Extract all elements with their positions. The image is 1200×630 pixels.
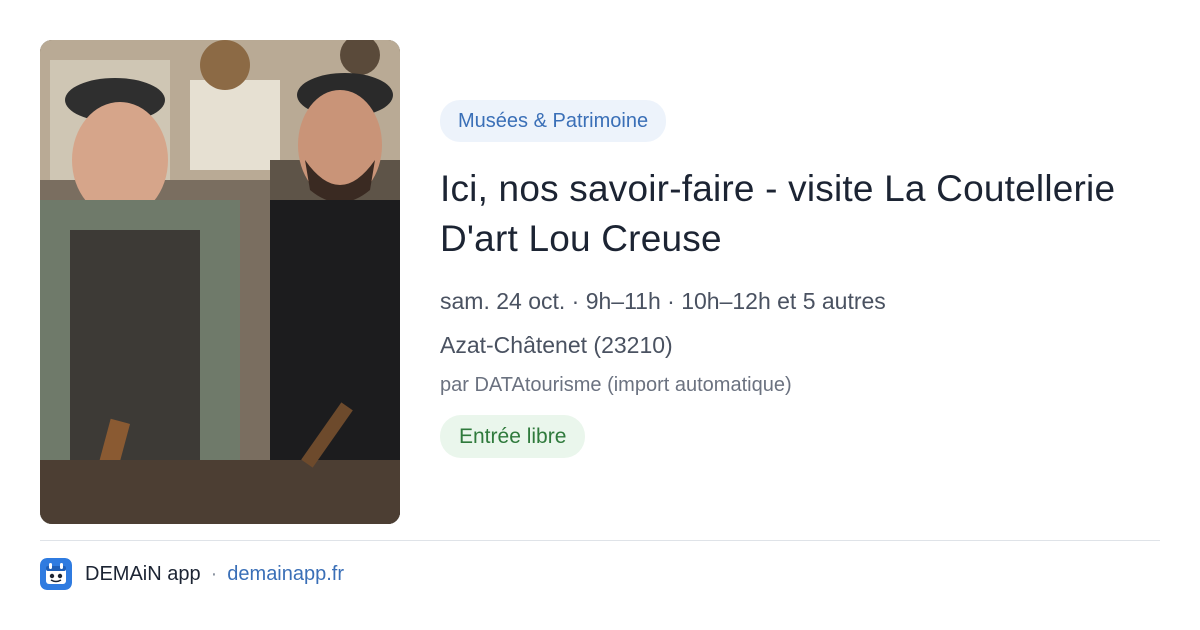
event-details: Musées & Patrimoine Ici, nos savoir-fair… [440,100,1160,458]
footer-divider [40,540,1160,541]
footer: DEMAiN app · demainapp.fr [40,558,344,590]
event-source: par DATAtourisme (import automatique) [440,374,792,396]
workshop-photo-illustration [40,40,400,524]
footer-separator: · [210,562,218,585]
demain-app-logo-icon[interactable] [40,558,72,590]
app-domain-link[interactable]: demainapp.fr [227,563,344,586]
event-preview-card[interactable]: Musées & Patrimoine Ici, nos savoir-fair… [0,0,1200,630]
category-badge[interactable]: Musées & Patrimoine [440,100,667,142]
price-badge: Entrée libre [440,415,586,458]
event-schedule: sam. 24 oct. · 9h–11h · 10h–12h et 5 aut… [440,288,886,314]
event-title[interactable]: Ici, nos savoir-faire - visite La Coutel… [440,164,1160,264]
app-name: DEMAiN app [85,562,201,585]
event-location: Azat-Châtenet (23210) [440,332,673,358]
event-photo [40,40,400,524]
